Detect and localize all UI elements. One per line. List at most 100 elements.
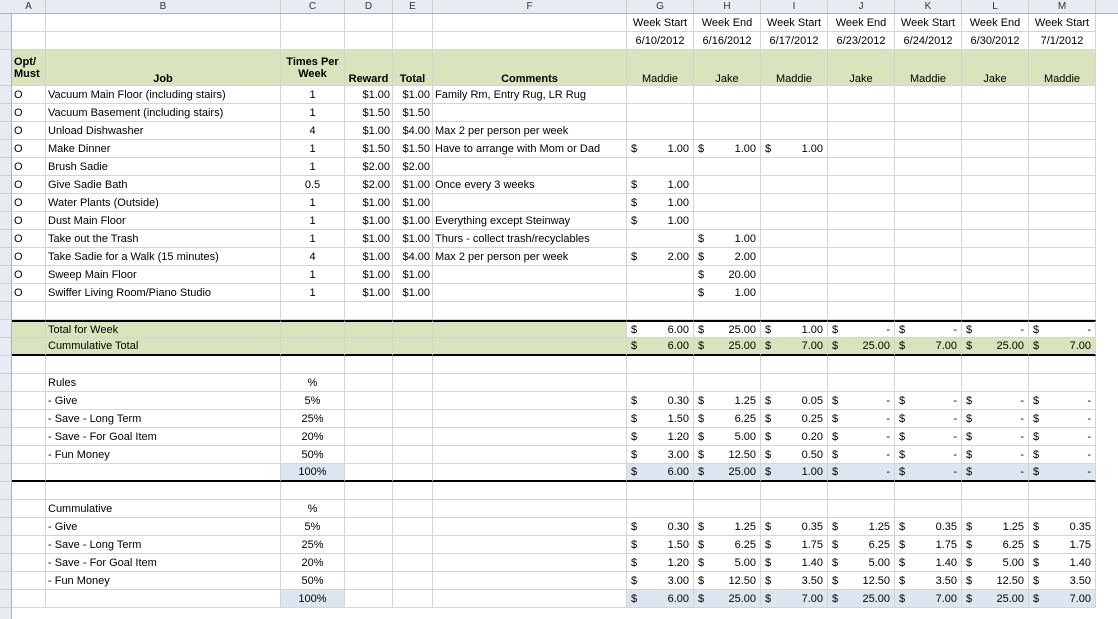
cell[interactable] (962, 140, 1029, 158)
currency-cell[interactable] (761, 266, 828, 284)
cell[interactable] (281, 14, 345, 32)
cell[interactable] (962, 356, 1029, 374)
currency-cell[interactable]: $3.50 (1029, 572, 1096, 590)
cell[interactable] (433, 482, 627, 500)
cell[interactable] (895, 356, 962, 374)
currency-cell[interactable] (694, 212, 761, 230)
reward-cell[interactable]: $1.00 (345, 194, 393, 212)
cell[interactable] (12, 338, 46, 356)
rules-item-pct[interactable]: 20% (281, 428, 345, 446)
job-name-cell[interactable]: Water Plants (Outside) (46, 194, 281, 212)
currency-cell[interactable] (694, 158, 761, 176)
spreadsheet[interactable]: ABCDEFGHIJKLM Week Start 6/10/2012 Week En… (0, 0, 1118, 619)
currency-cell[interactable]: $3.00 (627, 446, 694, 464)
cell[interactable] (962, 482, 1029, 500)
cell[interactable] (433, 464, 627, 482)
cell[interactable] (694, 482, 761, 500)
rules-item-pct[interactable]: 50% (281, 446, 345, 464)
currency-cell[interactable]: $5.00 (694, 428, 761, 446)
cell[interactable] (828, 500, 895, 518)
row-header[interactable] (0, 464, 11, 482)
rules-total-cell[interactable]: $ - (1029, 464, 1096, 482)
week-date[interactable]: 6/23/2012 (828, 32, 895, 50)
column-header-f[interactable]: F (433, 0, 627, 13)
total-cell[interactable]: $1.00 (393, 266, 433, 284)
cell[interactable] (345, 572, 393, 590)
cell[interactable] (345, 356, 393, 374)
cell[interactable] (1029, 86, 1096, 104)
cell[interactable] (627, 302, 694, 320)
column-header-b[interactable]: B (46, 0, 281, 13)
cell[interactable] (1029, 266, 1096, 284)
currency-cell[interactable]: $12.50 (694, 572, 761, 590)
cumulative-total-label[interactable]: Cummulative Total (46, 338, 281, 356)
row-header[interactable] (0, 194, 11, 212)
cell[interactable] (12, 590, 46, 608)
comment-cell[interactable]: Everything except Steinway (433, 212, 627, 230)
currency-cell[interactable]: $2.00 (627, 248, 694, 266)
cell[interactable] (895, 176, 962, 194)
comment-cell[interactable] (433, 266, 627, 284)
currency-cell[interactable]: $1.25 (694, 518, 761, 536)
cell[interactable] (12, 554, 46, 572)
total-cell[interactable]: $2.00 (393, 158, 433, 176)
week-total-cell[interactable]: $25.00 (694, 320, 761, 338)
row-header[interactable] (0, 446, 11, 464)
cell[interactable] (895, 158, 962, 176)
cell[interactable] (393, 500, 433, 518)
currency-cell[interactable]: $12.50 (962, 572, 1029, 590)
cumulative-total-cell[interactable]: $7.00 (1029, 590, 1096, 608)
column-header-a[interactable]: A (12, 0, 46, 13)
currency-cell[interactable]: $ - (962, 392, 1029, 410)
cumulative-total-cell[interactable]: $7.00 (1029, 338, 1096, 356)
rules-total-cell[interactable]: $25.00 (694, 464, 761, 482)
cell[interactable] (694, 302, 761, 320)
cell[interactable] (281, 32, 345, 50)
currency-cell[interactable]: $0.20 (761, 428, 828, 446)
row-header[interactable] (0, 86, 11, 104)
cumulative-total-pct[interactable]: 100% (281, 590, 345, 608)
cumulative-total-cell[interactable]: $25.00 (694, 338, 761, 356)
currency-cell[interactable]: $3.00 (627, 572, 694, 590)
header-person[interactable]: Jake (962, 50, 1029, 86)
cell[interactable] (761, 356, 828, 374)
currency-cell[interactable]: $12.50 (694, 446, 761, 464)
header-comments[interactable]: Comments (433, 50, 627, 86)
currency-cell[interactable]: $6.25 (962, 536, 1029, 554)
week-label[interactable]: Week End (694, 14, 761, 32)
cell[interactable] (393, 428, 433, 446)
cell[interactable] (895, 230, 962, 248)
comment-cell[interactable]: Once every 3 weeks (433, 176, 627, 194)
currency-cell[interactable]: $1.50 (627, 410, 694, 428)
row-header[interactable] (0, 374, 11, 392)
week-label[interactable]: Week End (962, 14, 1029, 32)
row-header[interactable] (0, 572, 11, 590)
cell[interactable] (393, 374, 433, 392)
rules-item-pct[interactable]: 25% (281, 410, 345, 428)
column-header-i[interactable]: I (761, 0, 828, 13)
cell[interactable] (12, 32, 46, 50)
currency-cell[interactable] (694, 194, 761, 212)
currency-cell[interactable] (761, 248, 828, 266)
currency-cell[interactable]: $1.00 (694, 284, 761, 302)
job-name-cell[interactable]: Give Sadie Bath (46, 176, 281, 194)
cell[interactable] (1029, 104, 1096, 122)
currency-cell[interactable]: $0.50 (761, 446, 828, 464)
currency-cell[interactable]: $ - (1029, 392, 1096, 410)
cell[interactable] (761, 374, 828, 392)
row-header[interactable] (0, 428, 11, 446)
week-total-cell[interactable]: $6.00 (627, 320, 694, 338)
cell[interactable] (12, 482, 46, 500)
currency-cell[interactable] (694, 86, 761, 104)
currency-cell[interactable]: $0.30 (627, 392, 694, 410)
cell[interactable] (12, 356, 46, 374)
currency-cell[interactable]: $1.00 (694, 140, 761, 158)
cumulative-item-pct[interactable]: 20% (281, 554, 345, 572)
currency-cell[interactable]: $0.35 (1029, 518, 1096, 536)
cell[interactable] (828, 86, 895, 104)
rules-item-label[interactable]: - Save - For Goal Item (46, 428, 281, 446)
column-header-e[interactable]: E (393, 0, 433, 13)
opt-must-cell[interactable]: O (12, 158, 46, 176)
currency-cell[interactable]: $1.00 (627, 176, 694, 194)
cell[interactable] (1029, 302, 1096, 320)
